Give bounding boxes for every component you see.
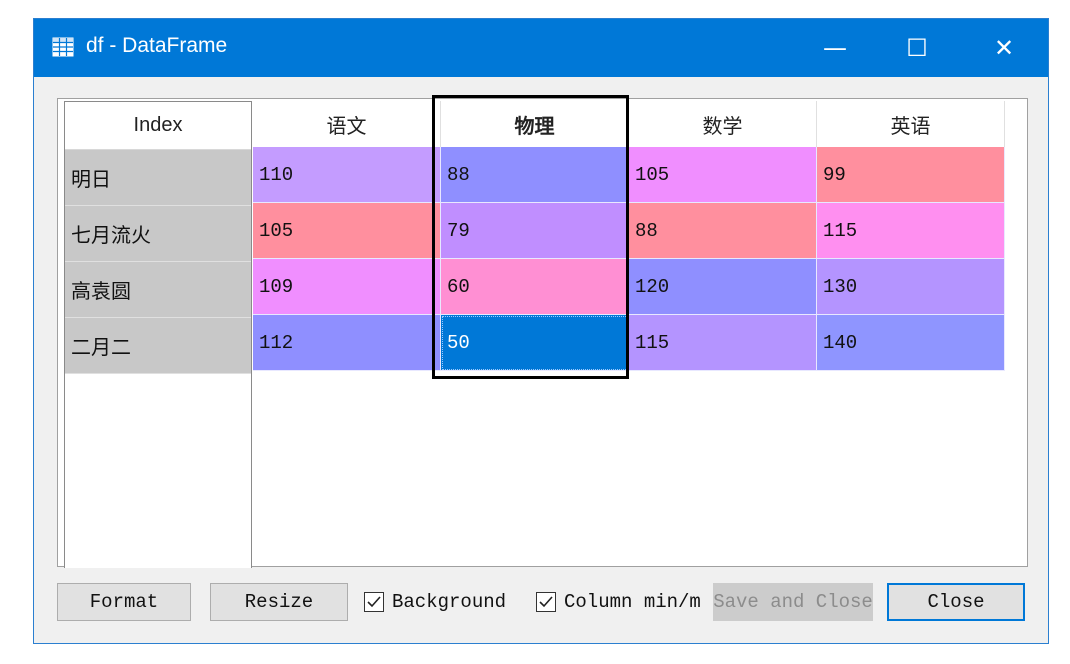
column-minmax-checkbox[interactable]: Column min/max	[536, 587, 700, 617]
table-cell[interactable]: 115	[817, 203, 1005, 259]
minimize-icon: —	[823, 34, 847, 62]
resize-button[interactable]: Resize	[210, 583, 348, 621]
table-cell[interactable]: 109	[253, 259, 441, 315]
column-minmax-label: Column min/max	[564, 591, 700, 613]
table-cell[interactable]: 120	[629, 259, 817, 315]
table-view[interactable]: Index 明日 七月流火 高袁圆 二月二 语文 物理 数学 英语 110 88 1…	[57, 98, 1028, 568]
table-cell[interactable]: 99	[817, 147, 1005, 203]
table-cell[interactable]: 60	[441, 259, 629, 315]
column-header[interactable]: 英语	[817, 101, 1005, 148]
close-button[interactable]: Close	[887, 583, 1025, 621]
column-header[interactable]: 数学	[629, 101, 817, 148]
background-label: Background	[392, 591, 507, 613]
table-cell[interactable]: 140	[817, 315, 1005, 371]
checkmark-icon	[539, 596, 553, 608]
maximize-icon: ☐	[906, 34, 928, 62]
window-title: df - DataFrame	[86, 34, 228, 57]
checkmark-icon	[367, 596, 381, 608]
table-cell[interactable]: 50	[441, 315, 629, 371]
background-checkbox[interactable]: Background	[364, 587, 512, 617]
table-cell[interactable]: 79	[441, 203, 629, 259]
table-cell[interactable]: 110	[253, 147, 441, 203]
close-icon: ✕	[993, 34, 1015, 62]
checkbox-box[interactable]	[364, 592, 384, 612]
index-label[interactable]: 高袁圆	[65, 262, 251, 318]
table-icon	[52, 37, 74, 57]
maximize-button[interactable]: ☐	[882, 19, 952, 77]
table-cell[interactable]: 130	[817, 259, 1005, 315]
checkbox-box[interactable]	[536, 592, 556, 612]
table-cell[interactable]: 112	[253, 315, 441, 371]
title-bar[interactable]: df - DataFrame — ☐ ✕	[34, 19, 1048, 77]
dataframe-window: df - DataFrame — ☐ ✕ Index 明日 七月流火 高袁圆 二…	[33, 18, 1049, 644]
save-and-close-button[interactable]: Save and Close	[713, 583, 873, 621]
table-cell[interactable]: 88	[441, 147, 629, 203]
index-label[interactable]: 明日	[65, 150, 251, 206]
close-window-button[interactable]: ✕	[969, 19, 1039, 77]
column-header[interactable]: 语文	[253, 101, 441, 148]
format-button[interactable]: Format	[57, 583, 191, 621]
index-label[interactable]: 二月二	[65, 318, 251, 374]
table-cell[interactable]: 88	[629, 203, 817, 259]
index-panel: Index 明日 七月流火 高袁圆 二月二	[64, 101, 252, 568]
minimize-button[interactable]: —	[800, 19, 870, 77]
index-header[interactable]: Index	[65, 102, 251, 150]
index-label[interactable]: 七月流火	[65, 206, 251, 262]
table-cell[interactable]: 115	[629, 315, 817, 371]
column-header[interactable]: 物理	[441, 101, 629, 148]
table-cell[interactable]: 105	[253, 203, 441, 259]
table-cell[interactable]: 105	[629, 147, 817, 203]
